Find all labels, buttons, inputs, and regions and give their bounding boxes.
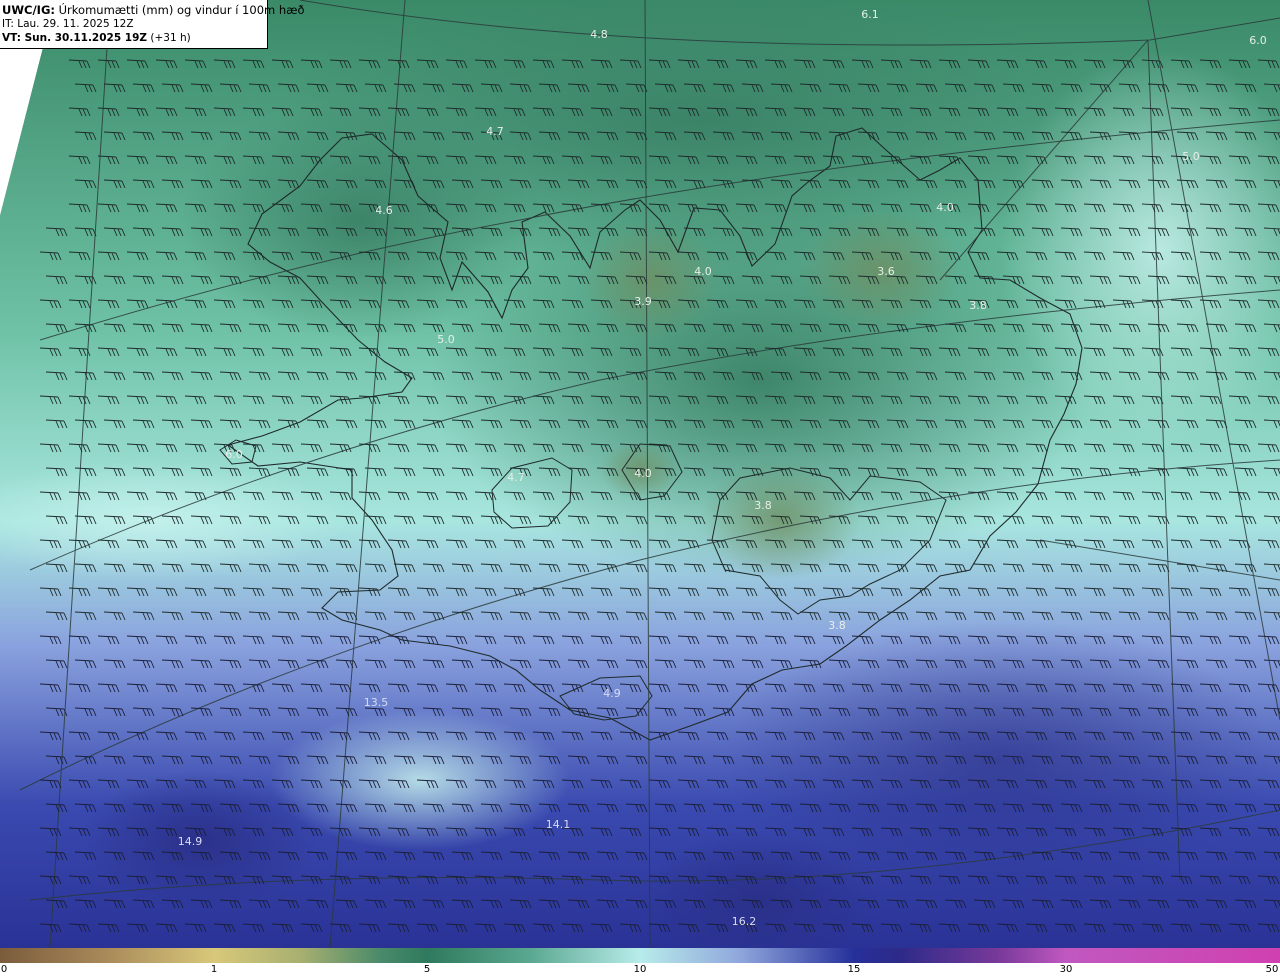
precip-value-label: 4.6 [375,204,393,217]
colorbar-tick: 50 [1265,964,1279,975]
precip-value-label: 16.2 [732,915,757,928]
colorbar-tick: 10 [633,964,647,975]
title-row: UWC/IG: Úrkomumætti (mm) og vindur í 100… [2,3,305,17]
precip-value-label: 3.8 [828,619,846,632]
colorbar-tick: 15 [847,964,861,975]
precip-value-label: 14.9 [178,835,203,848]
precip-value-label: 6.0 [1249,34,1267,47]
colorbar-tick: 0 [0,964,8,975]
precip-value-label: 5.0 [437,333,455,346]
lead-time: (+31 h) [150,32,191,44]
colorbar-tick: 5 [423,964,431,975]
valid-time-row: VT: Sun. 30.11.2025 19Z (+31 h) [2,31,267,45]
precip-value-label: 6.1 [861,8,879,21]
precip-value-label: 14.1 [546,818,571,831]
precip-value-label: 5.0 [1182,150,1200,163]
colorbar-strip [0,948,1280,963]
precip-value-label: 4.0 [694,265,712,278]
model-name: UWC/IG: [2,3,55,17]
precip-value-label: 3.8 [969,299,987,312]
precip-value-label: 4.8 [590,28,608,41]
precip-value-label: 4.9 [603,687,621,700]
precip-value-label: 4.0 [936,201,954,214]
precip-value-label: 3.9 [634,295,652,308]
colorbar-tick: 1 [210,964,218,975]
colorbar-tick: 30 [1059,964,1073,975]
colorbar: 0 1 5 10 15 30 50 [0,948,1280,978]
precip-value-label: 6.0 [225,448,243,461]
precip-value-label: 4.7 [507,471,525,484]
valid-time: VT: Sun. 30.11.2025 19Z [2,32,148,44]
precip-value-label: 4.0 [634,467,652,480]
map-title: Úrkomumætti (mm) og vindur í 100m hæð [58,3,305,17]
precip-value-label: 13.5 [364,696,389,709]
precip-value-label: 4.7 [486,125,504,138]
precip-value-label: 3.8 [754,499,772,512]
precipitation-map: 6.1 6.0 4.8 4.7 5.0 4.6 4.0 4.0 3.6 3.9 3.8 5.0 6.0 4… [0,0,1280,948]
init-time: IT: Lau. 29. 11. 2025 12Z [2,18,134,30]
info-box: UWC/IG: Úrkomumætti (mm) og vindur í 100… [0,0,305,49]
precip-value-label: 3.6 [877,265,895,278]
